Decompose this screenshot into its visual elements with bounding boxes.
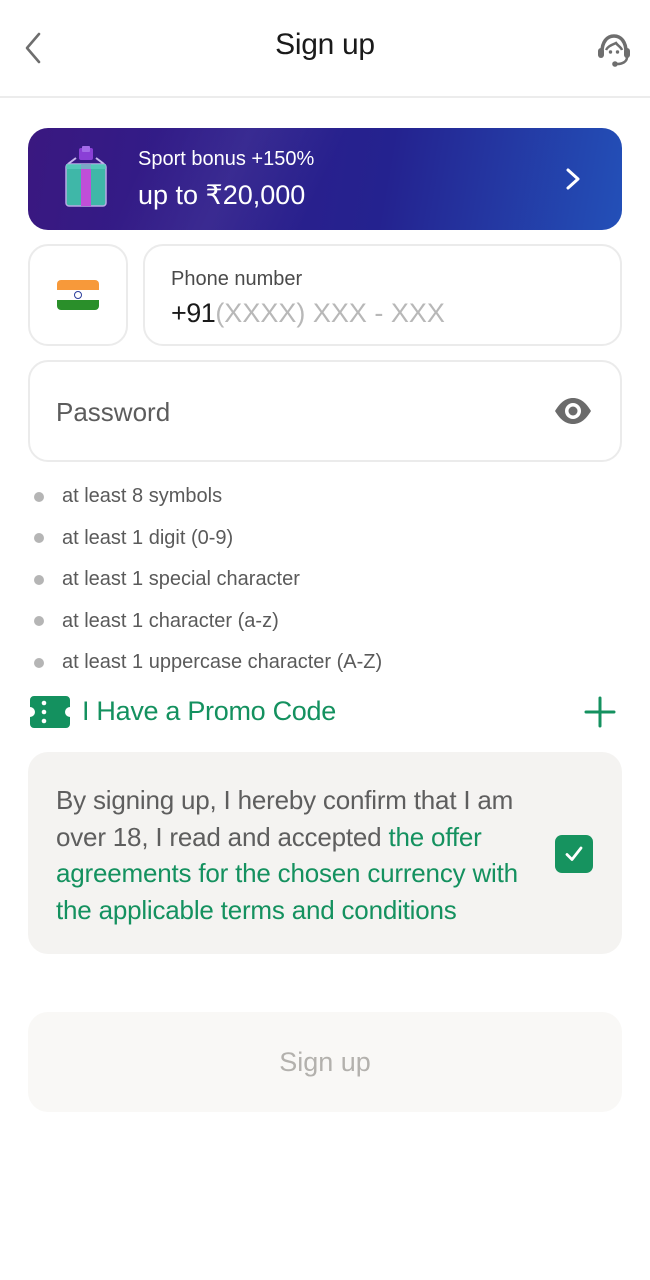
password-rule: at least 1 uppercase character (A-Z) xyxy=(34,642,382,684)
support-button[interactable] xyxy=(592,28,636,72)
phone-number-input[interactable]: +91(XXXX) XXX - XXX xyxy=(171,298,445,329)
ticket-icon xyxy=(30,696,70,728)
password-requirements-list: at least 8 symbols at least 1 digit (0-9… xyxy=(34,476,382,684)
chevron-right-icon xyxy=(566,168,580,190)
promo-code-toggle[interactable]: I Have a Promo Code xyxy=(30,692,622,732)
password-placeholder: Password xyxy=(56,397,171,427)
phone-number-label: Phone number xyxy=(171,268,303,290)
password-rule: at least 1 special character xyxy=(34,559,382,601)
sign-up-button[interactable]: Sign up xyxy=(28,1012,622,1112)
toggle-password-visibility-button[interactable] xyxy=(552,394,594,428)
password-rule-text: at least 1 digit (0-9) xyxy=(62,526,234,549)
phone-placeholder: (XXXX) XXX - XXX xyxy=(215,298,445,328)
bullet-icon xyxy=(34,574,44,585)
header-bar: Sign up xyxy=(0,0,650,98)
password-rule: at least 8 symbols xyxy=(34,476,382,518)
password-rule: at least 1 digit (0-9) xyxy=(34,518,382,560)
banner-title: Sport bonus +150% xyxy=(138,148,315,170)
terms-agreement-text: By signing up, I hereby confirm that I a… xyxy=(56,782,556,928)
password-rule-text: at least 8 symbols xyxy=(62,485,223,508)
terms-agreement-checkbox[interactable] xyxy=(555,835,593,873)
bullet-icon xyxy=(34,533,44,544)
terms-agreement-panel: By signing up, I hereby confirm that I a… xyxy=(28,752,622,954)
password-rule-text: at least 1 special character xyxy=(62,568,300,591)
country-code-selector[interactable] xyxy=(28,244,128,346)
gift-icon xyxy=(65,146,107,207)
sport-bonus-banner[interactable]: Sport bonus +150% up to ₹20,000 xyxy=(28,128,622,230)
banner-amount: up to ₹20,000 xyxy=(138,180,306,210)
page-title: Sign up xyxy=(275,28,375,61)
promo-code-label: I Have a Promo Code xyxy=(82,696,336,726)
checkmark-icon xyxy=(565,846,583,861)
password-rule-text: at least 1 character (a-z) xyxy=(62,609,279,632)
india-flag-icon xyxy=(57,280,99,310)
password-rule: at least 1 character (a-z) xyxy=(34,601,382,643)
phone-country-prefix: +91 xyxy=(171,298,216,328)
phone-number-field[interactable]: Phone number +91(XXXX) XXX - XXX xyxy=(143,244,622,346)
headset-support-icon xyxy=(598,34,630,67)
bullet-icon xyxy=(34,491,44,502)
password-rule-text: at least 1 uppercase character (A-Z) xyxy=(62,651,383,674)
bullet-icon xyxy=(34,616,44,627)
bullet-icon xyxy=(34,657,44,668)
plus-icon[interactable] xyxy=(584,696,616,728)
eye-icon xyxy=(555,398,591,424)
password-field[interactable]: Password xyxy=(28,360,622,462)
